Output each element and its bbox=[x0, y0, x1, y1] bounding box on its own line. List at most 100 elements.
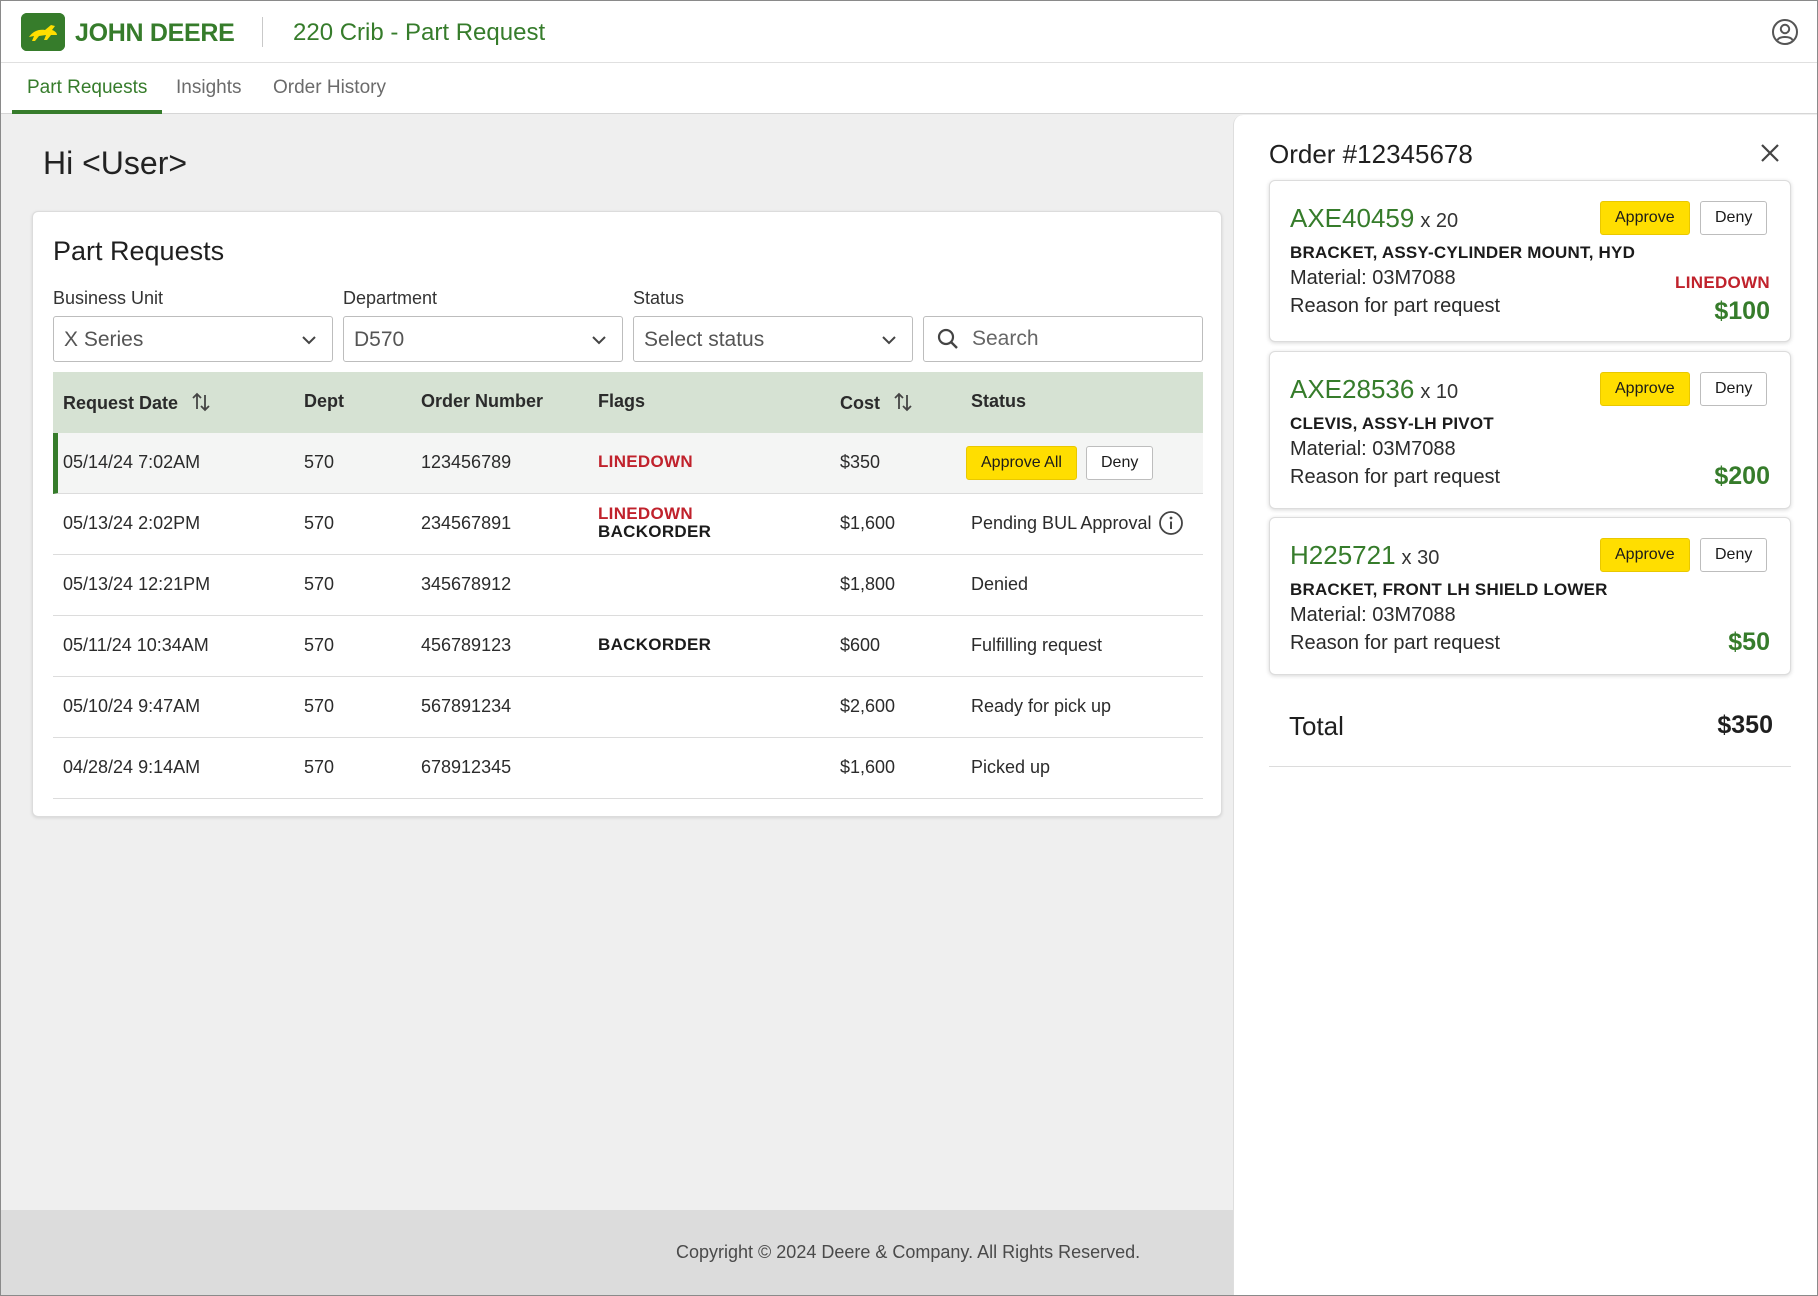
chevron-down-icon bbox=[882, 336, 896, 345]
cell-status: Picked up bbox=[971, 757, 1051, 777]
app-window: JOHN DEERE 220 Crib - Part Request Part … bbox=[0, 0, 1818, 1296]
part-number: H225721 x 30 bbox=[1290, 540, 1439, 571]
part-material: Material: 03M7088 bbox=[1290, 267, 1456, 289]
deny-button[interactable]: Deny bbox=[1700, 538, 1768, 572]
cell-flags: LINEDOWN BACKORDER bbox=[598, 505, 711, 541]
deny-button[interactable]: Deny bbox=[1700, 201, 1768, 235]
cell-order-number: 567891234 bbox=[421, 696, 512, 716]
part-request-reason: Reason for part request bbox=[1290, 632, 1501, 654]
column-header-dept: Dept bbox=[304, 391, 344, 411]
cell-status: Pending BUL Approval bbox=[971, 513, 1152, 533]
cell-dept: 570 bbox=[304, 696, 335, 716]
deny-button[interactable]: Deny bbox=[1700, 372, 1768, 406]
order-title: Order #12345678 bbox=[1269, 139, 1473, 169]
cell-status: Ready for pick up bbox=[971, 696, 1112, 716]
flag-backorder: BACKORDER bbox=[598, 522, 712, 541]
tab-order-history[interactable]: Order History bbox=[258, 63, 401, 114]
tab-part-requests[interactable]: Part Requests bbox=[12, 63, 163, 114]
approve-button[interactable]: Approve bbox=[1600, 201, 1690, 235]
john-deere-deer-logo-icon[interactable] bbox=[21, 13, 65, 51]
part-request-reason: Reason for part request bbox=[1290, 295, 1501, 317]
info-icon[interactable] bbox=[1158, 510, 1184, 536]
part-price: $200 bbox=[1714, 462, 1770, 490]
status-select[interactable]: Select status bbox=[633, 316, 913, 362]
part-quantity: x 10 bbox=[1420, 381, 1459, 403]
part-description: CLEVIS, ASSY-LH PIVOT bbox=[1290, 414, 1494, 433]
table-row[interactable]: 05/11/24 10:34AM 570 456789123 BACKORDER… bbox=[53, 616, 1203, 677]
part-requests-table: Request Date Dept Order Number Flags Cos… bbox=[53, 372, 1203, 799]
flag-linedown: LINEDOWN bbox=[598, 504, 693, 523]
approve-all-button[interactable]: Approve All bbox=[966, 446, 1077, 480]
part-number-text: AXE40459 bbox=[1290, 203, 1415, 233]
top-header: JOHN DEERE 220 Crib - Part Request bbox=[1, 1, 1817, 63]
header-divider bbox=[262, 17, 263, 47]
cell-dept: 570 bbox=[304, 574, 335, 594]
deny-button[interactable]: Deny bbox=[1086, 446, 1154, 480]
column-header-label: Cost bbox=[840, 393, 880, 413]
table-row[interactable]: 05/13/24 2:02PM 570 234567891 LINEDOWN B… bbox=[53, 494, 1203, 555]
cell-cost: $350 bbox=[840, 452, 881, 472]
part-material: Material: 03M7088 bbox=[1290, 604, 1456, 626]
cell-dept: 570 bbox=[304, 513, 335, 533]
part-request-reason: Reason for part request bbox=[1290, 466, 1501, 488]
column-header-cost: Cost bbox=[840, 391, 913, 414]
cell-dept: 570 bbox=[304, 757, 335, 777]
department-label: Department bbox=[343, 288, 438, 308]
cell-dept: 570 bbox=[304, 635, 335, 655]
cell-order-number: 123456789 bbox=[421, 452, 512, 472]
department-select[interactable]: D570 bbox=[343, 316, 623, 362]
order-total-row: Total $350 bbox=[1269, 687, 1791, 767]
table-row[interactable]: 05/14/24 7:02AM 570 123456789 LINEDOWN $… bbox=[53, 433, 1203, 494]
business-unit-select[interactable]: X Series bbox=[53, 316, 333, 362]
cell-request-date: 05/13/24 2:02PM bbox=[63, 513, 201, 533]
cell-status: Denied bbox=[971, 574, 1029, 594]
business-unit-label: Business Unit bbox=[53, 288, 164, 308]
status-value: Select status bbox=[644, 328, 765, 351]
cell-request-date: 05/10/24 9:47AM bbox=[63, 696, 201, 716]
part-description: BRACKET, FRONT LH SHIELD LOWER bbox=[1290, 580, 1608, 599]
column-header-request-date: Request Date bbox=[63, 391, 211, 414]
order-item-card: AXE28536 x 10 Approve Deny CLEVIS, ASSY-L… bbox=[1269, 351, 1791, 509]
sort-icon[interactable] bbox=[893, 391, 913, 413]
order-item-card: H225721 x 30 Approve Deny BRACKET, FRONT … bbox=[1269, 517, 1791, 675]
order-detail-panel: Order #12345678 AXE40459 x 20 Approve Den… bbox=[1233, 115, 1817, 1295]
user-account-icon[interactable] bbox=[1771, 18, 1799, 46]
close-icon[interactable] bbox=[1758, 141, 1782, 165]
cell-dept: 570 bbox=[304, 452, 335, 472]
search-box bbox=[923, 316, 1203, 362]
flag-linedown: LINEDOWN bbox=[1675, 273, 1770, 292]
total-value: $350 bbox=[1717, 711, 1773, 739]
cell-cost: $1,800 bbox=[840, 574, 896, 594]
cell-request-date: 05/14/24 7:02AM bbox=[63, 452, 201, 472]
approve-button[interactable]: Approve bbox=[1600, 538, 1690, 572]
part-number-text: H225721 bbox=[1290, 540, 1396, 570]
cell-cost: $2,600 bbox=[840, 696, 896, 716]
cell-order-number: 234567891 bbox=[421, 513, 512, 533]
part-number: AXE40459 x 20 bbox=[1290, 203, 1458, 234]
part-material: Material: 03M7088 bbox=[1290, 438, 1456, 460]
cell-cost: $1,600 bbox=[840, 513, 896, 533]
part-price: $50 bbox=[1728, 628, 1770, 656]
part-description: BRACKET, ASSY-CYLINDER MOUNT, HYD bbox=[1290, 243, 1636, 262]
part-requests-card: Part Requests Business Unit X Series Dep… bbox=[32, 211, 1222, 817]
part-number: AXE28536 x 10 bbox=[1290, 374, 1458, 405]
table-row[interactable]: 05/10/24 9:47AM 570 567891234 $2,600 Rea… bbox=[53, 677, 1203, 738]
sort-icon[interactable] bbox=[191, 391, 211, 413]
order-item-card: AXE40459 x 20 Approve Deny BRACKET, ASSY-… bbox=[1269, 180, 1791, 342]
search-input[interactable] bbox=[972, 325, 1192, 353]
chevron-down-icon bbox=[592, 336, 606, 345]
cell-cost: $1,600 bbox=[840, 757, 896, 777]
approve-button[interactable]: Approve bbox=[1600, 372, 1690, 406]
cell-request-date: 05/13/24 12:21PM bbox=[63, 574, 211, 594]
app-title: 220 Crib - Part Request bbox=[293, 19, 546, 46]
status-label: Status bbox=[633, 288, 685, 308]
part-price: $100 bbox=[1714, 297, 1770, 325]
table-row[interactable]: 05/13/24 12:21PM 570 345678912 $1,800 De… bbox=[53, 555, 1203, 616]
tab-insights[interactable]: Insights bbox=[161, 63, 256, 114]
brand-name: JOHN DEERE bbox=[75, 19, 235, 47]
table-row[interactable]: 04/28/24 9:14AM 570 678912345 $1,600 Pic… bbox=[53, 738, 1203, 799]
main-tabs: Part Requests Insights Order History bbox=[1, 63, 1817, 114]
cell-order-number: 456789123 bbox=[421, 635, 512, 655]
column-header-label: Request Date bbox=[63, 393, 179, 413]
total-label: Total bbox=[1289, 711, 1344, 741]
